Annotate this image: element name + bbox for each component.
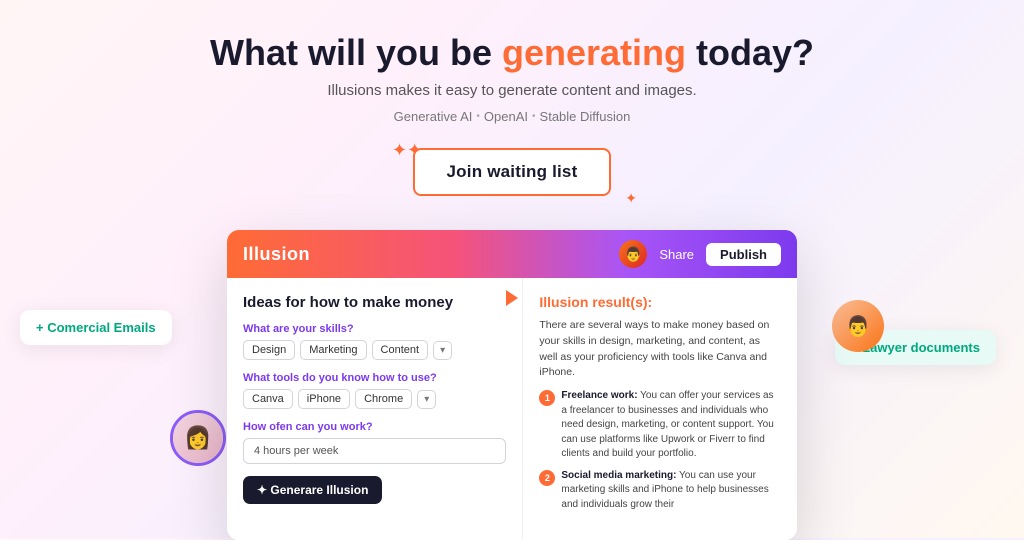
tags-row: Generative AI • OpenAI • Stable Diffusio… [0, 109, 1024, 124]
tools-dropdown-icon[interactable]: ▾ [417, 390, 436, 409]
app-right-panel: Illusion result(s): There are several wa… [523, 278, 797, 540]
avatar-right-image: 👨 [832, 300, 884, 352]
result-intro: There are several ways to make money bas… [539, 318, 781, 381]
tag-openai: OpenAI [484, 109, 528, 124]
result-num-1: 1 [539, 390, 555, 406]
skills-label: What are your skills? [243, 323, 506, 335]
result-item-text-1: Freelance work: You can offer your servi… [561, 389, 781, 462]
join-waiting-list-button[interactable]: Join waiting list [413, 148, 612, 196]
frequency-group: How ofen can you work? [243, 421, 506, 464]
tool-tag-iphone[interactable]: iPhone [298, 389, 350, 409]
tag-stable-diffusion: Stable Diffusion [540, 109, 631, 124]
sparkle-icon-top: ✦✦ [392, 140, 422, 161]
app-body: Ideas for how to make money What are you… [227, 278, 797, 540]
share-button[interactable]: Share [659, 247, 694, 262]
sparkle-icon-bottom: ✦ [625, 190, 637, 207]
result-num-2: 2 [539, 470, 555, 486]
skills-dropdown-icon[interactable]: ▾ [433, 341, 452, 360]
header-avatar: 👨 [619, 240, 647, 268]
title-end: today? [686, 32, 814, 73]
publish-button[interactable]: Publish [706, 243, 781, 266]
result-item-2: 2 Social media marketing: You can use yo… [539, 469, 781, 513]
tools-group: What tools do you know how to use? Canva… [243, 372, 506, 409]
float-card-left-label: + Comercial Emails [36, 320, 156, 335]
tools-label: What tools do you know how to use? [243, 372, 506, 384]
generate-button[interactable]: ✦ Generare Illusion [243, 476, 382, 504]
app-header: Illusion 👨 Share Publish [227, 230, 797, 278]
dot2: • [532, 111, 536, 122]
skills-tags: Design Marketing Content ▾ [243, 340, 506, 360]
title-highlight: generating [502, 32, 686, 73]
frequency-label: How ofen can you work? [243, 421, 506, 433]
float-card-commercial-emails: + Comercial Emails [20, 310, 172, 345]
subtitle: Illusions makes it easy to generate cont… [0, 82, 1024, 99]
hero-section: What will you be generating today? Illus… [0, 0, 1024, 202]
left-panel-title: Ideas for how to make money [243, 294, 506, 311]
play-arrow-icon [506, 290, 518, 306]
avatar-left-image: 👩 [173, 413, 223, 463]
app-logo: Illusion [243, 244, 310, 265]
app-header-right: 👨 Share Publish [619, 240, 781, 268]
tools-tags: Canva iPhone Chrome ▾ [243, 389, 506, 409]
tool-tag-chrome[interactable]: Chrome [355, 389, 412, 409]
result-item-bold-2: Social media marketing: [561, 470, 676, 481]
tool-tag-canva[interactable]: Canva [243, 389, 293, 409]
result-title: Illusion result(s): [539, 294, 781, 310]
result-item-text-2: Social media marketing: You can use your… [561, 469, 781, 513]
skill-tag-marketing[interactable]: Marketing [300, 340, 366, 360]
main-title: What will you be generating today? [0, 32, 1024, 74]
header-avatar-icon: 👨 [625, 246, 642, 263]
app-mockup: Illusion 👨 Share Publish Ideas for how t… [227, 230, 797, 540]
result-item-bold-1: Freelance work: [561, 390, 637, 401]
frequency-input[interactable] [243, 438, 506, 464]
dot1: • [476, 111, 480, 122]
cta-wrapper: ✦✦ Join waiting list ✦ [0, 142, 1024, 202]
skills-group: What are your skills? Design Marketing C… [243, 323, 506, 360]
result-item-1: 1 Freelance work: You can offer your ser… [539, 389, 781, 462]
app-left-panel: Ideas for how to make money What are you… [227, 278, 523, 540]
title-start: What will you be [210, 32, 502, 73]
skill-tag-design[interactable]: Design [243, 340, 295, 360]
skill-tag-content[interactable]: Content [372, 340, 429, 360]
avatar-right: 👨 [832, 300, 884, 352]
tag-generative-ai: Generative AI [394, 109, 473, 124]
avatar-left: 👩 [170, 410, 226, 466]
